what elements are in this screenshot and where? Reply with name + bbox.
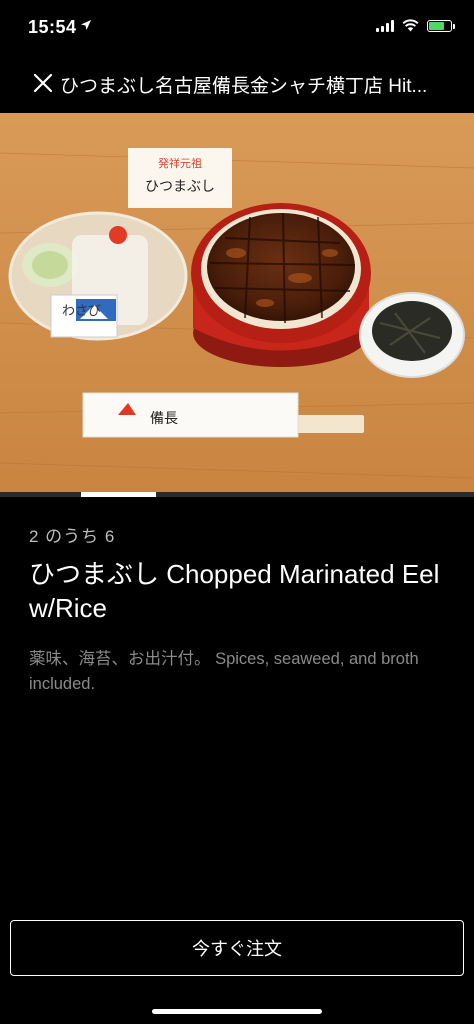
seaweed-bowl (359, 292, 465, 378)
pager-segment (397, 492, 472, 497)
item-title: ひつまぶし Chopped Marinated Eel w/Rice (29, 559, 440, 623)
wasabi-label: わさび (62, 304, 101, 319)
cellular-signal-icon (376, 19, 394, 32)
image-counter: 2 のうち 6 (29, 527, 116, 546)
side-container: わさび (8, 211, 188, 341)
status-time: 15:54 (28, 17, 77, 37)
close-icon[interactable] (30, 70, 56, 96)
sign-line-2: ひつまぶし (145, 179, 215, 195)
pager-segment (2, 492, 77, 497)
status-bar: 15:54 (0, 0, 474, 56)
order-now-button[interactable]: 今すぐ注文 (10, 920, 464, 976)
eel-rice-bowl (191, 203, 371, 367)
header-bar: ひつまぶし名古屋備長金シャチ横丁店 Hit... (0, 56, 474, 112)
location-arrow-icon (81, 20, 91, 30)
restaurant-title: ひつまぶし名古屋備長金シャチ横丁店 Hit... (60, 76, 428, 97)
pager-segment (160, 492, 235, 497)
pager-segment (239, 492, 314, 497)
food-photo-illustration: 発祥元祖 ひつまぶし わさび 備長 (0, 113, 474, 493)
battery-charging-icon (427, 19, 455, 32)
sign-card: 発祥元祖 ひつまぶし (128, 148, 232, 208)
image-pager (0, 492, 474, 497)
home-indicator (152, 1009, 322, 1014)
pager-segment (81, 492, 156, 497)
item-photo[interactable]: 発祥元祖 ひつまぶし わさび 備長 (0, 113, 474, 493)
sign-line-1: 発祥元祖 (158, 156, 202, 170)
status-icons (376, 19, 455, 32)
wifi-icon (402, 19, 419, 32)
chopsticks-brand: 備長 (150, 411, 178, 427)
pager-segment (318, 492, 393, 497)
item-description: 薬味、海苔、お出汁付。 Spices, seaweed, and broth i… (29, 650, 419, 693)
